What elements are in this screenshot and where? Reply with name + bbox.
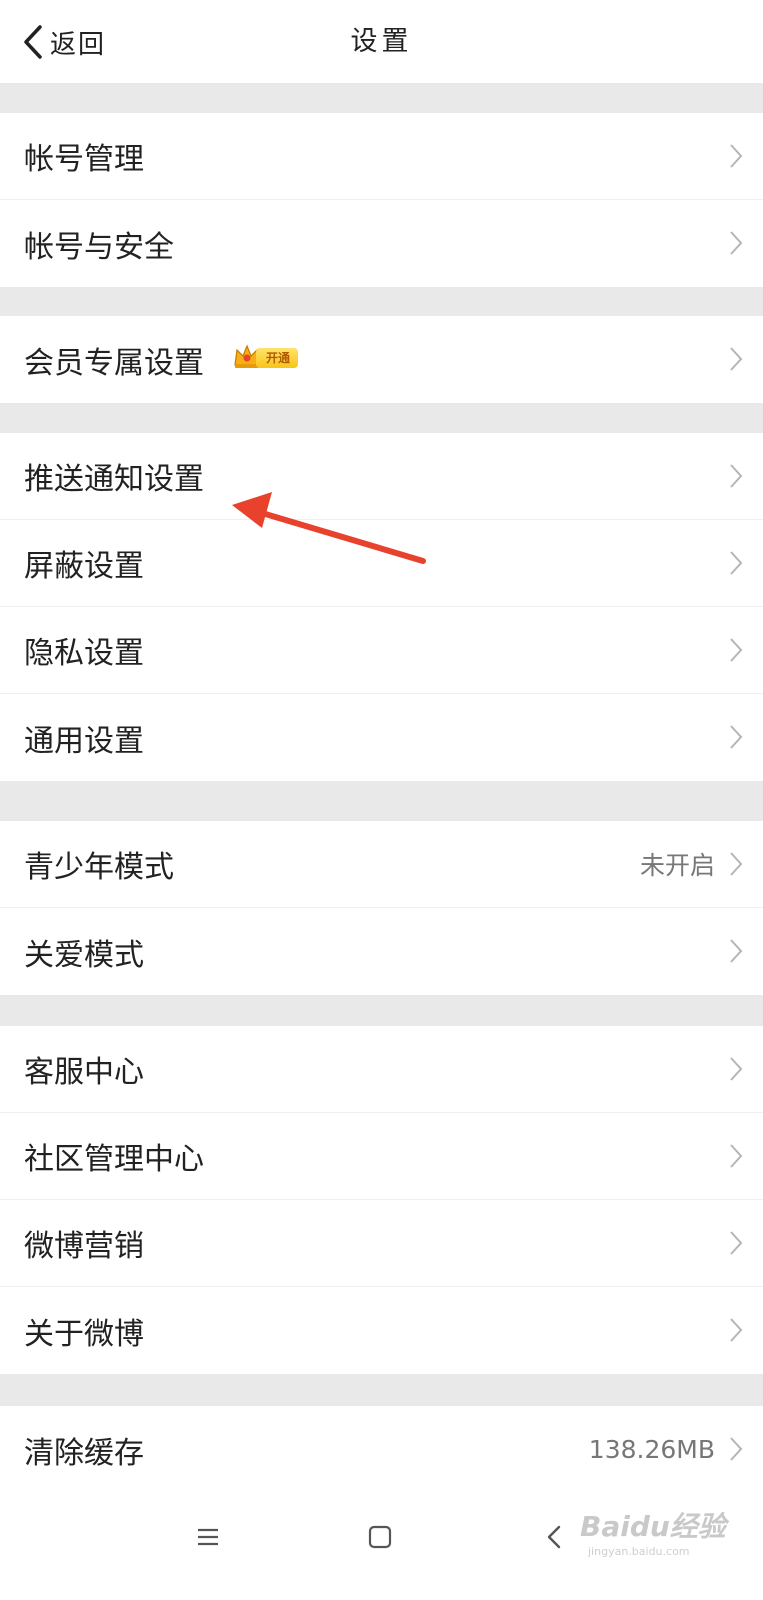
settings-row-account-security[interactable]: 帐号与安全 bbox=[0, 200, 763, 287]
cache-size: 138.26MB bbox=[588, 1435, 715, 1464]
row-label: 微博营销 bbox=[24, 1229, 144, 1264]
settings-row-community-management[interactable]: 社区管理中心 bbox=[0, 1113, 763, 1200]
settings-row-general[interactable]: 通用设置 bbox=[0, 694, 763, 781]
settings-row-clear-cache[interactable]: 清除缓存 138.26MB bbox=[0, 1406, 763, 1493]
settings-group-account: 帐号管理 帐号与安全 bbox=[0, 113, 763, 287]
settings-row-care-mode[interactable]: 关爱模式 bbox=[0, 908, 763, 995]
back-triangle-icon[interactable] bbox=[546, 1525, 562, 1553]
row-label: 客服中心 bbox=[24, 1055, 144, 1090]
baidu-watermark: Baidu经验 bbox=[580, 1505, 726, 1545]
chevron-right-icon bbox=[729, 1230, 743, 1260]
settings-group-general: 推送通知设置 屏蔽设置 隐私设置 通用设置 bbox=[0, 433, 763, 781]
row-label: 青少年模式 bbox=[24, 850, 174, 885]
vip-badge-label: 开通 bbox=[256, 348, 299, 368]
row-label: 屏蔽设置 bbox=[24, 549, 144, 584]
row-label: 推送通知设置 bbox=[24, 462, 204, 497]
watermark-subtext: jingyan.baidu.com bbox=[588, 1545, 690, 1558]
chevron-right-icon bbox=[729, 1436, 743, 1466]
settings-row-weibo-marketing[interactable]: 微博营销 bbox=[0, 1200, 763, 1287]
chevron-right-icon bbox=[729, 463, 743, 493]
settings-group-support: 客服中心 社区管理中心 微博营销 关于微博 bbox=[0, 1026, 763, 1374]
chevron-right-icon bbox=[729, 143, 743, 173]
chevron-right-icon bbox=[729, 1056, 743, 1086]
home-square-icon[interactable] bbox=[368, 1525, 392, 1553]
settings-row-privacy[interactable]: 隐私设置 bbox=[0, 607, 763, 694]
row-label: 隐私设置 bbox=[24, 636, 144, 671]
chevron-right-icon bbox=[729, 637, 743, 667]
top-bar: 返回 设置 bbox=[0, 0, 763, 83]
row-label: 通用设置 bbox=[24, 723, 144, 759]
settings-row-block-settings[interactable]: 屏蔽设置 bbox=[0, 520, 763, 607]
watermark-text: Baidu经验 bbox=[580, 1510, 726, 1543]
chevron-right-icon bbox=[729, 851, 743, 881]
settings-group-vip: 会员专属设置 开通 bbox=[0, 316, 763, 403]
row-label: 关于微博 bbox=[24, 1316, 144, 1352]
settings-row-about-weibo[interactable]: 关于微博 bbox=[0, 1287, 763, 1374]
row-label: 关爱模式 bbox=[24, 937, 144, 973]
row-label: 清除缓存 bbox=[24, 1435, 144, 1471]
vip-open-badge[interactable]: 开通 bbox=[232, 344, 299, 371]
row-label: 帐号管理 bbox=[24, 142, 144, 177]
teen-mode-status: 未开启 bbox=[639, 851, 715, 880]
settings-row-vip-settings[interactable]: 会员专属设置 开通 bbox=[0, 316, 763, 403]
row-label: 帐号与安全 bbox=[24, 229, 174, 265]
row-label: 社区管理中心 bbox=[24, 1142, 204, 1177]
settings-group-modes: 青少年模式 未开启 关爱模式 bbox=[0, 821, 763, 995]
chevron-right-icon bbox=[729, 1143, 743, 1173]
settings-row-account-management[interactable]: 帐号管理 bbox=[0, 113, 763, 200]
chevron-right-icon bbox=[729, 346, 743, 376]
chevron-right-icon bbox=[729, 230, 743, 260]
settings-row-push-notifications[interactable]: 推送通知设置 bbox=[0, 433, 763, 520]
row-label: 会员专属设置 bbox=[24, 345, 204, 381]
menu-icon[interactable] bbox=[196, 1525, 220, 1553]
chevron-right-icon bbox=[729, 724, 743, 754]
settings-group-cache: 清除缓存 138.26MB bbox=[0, 1406, 763, 1493]
page-title: 设置 bbox=[350, 26, 413, 57]
chevron-right-icon bbox=[729, 550, 743, 580]
settings-row-teen-mode[interactable]: 青少年模式 未开启 bbox=[0, 821, 763, 908]
chevron-right-icon bbox=[729, 1317, 743, 1347]
chevron-right-icon bbox=[729, 938, 743, 968]
settings-row-customer-service[interactable]: 客服中心 bbox=[0, 1026, 763, 1113]
